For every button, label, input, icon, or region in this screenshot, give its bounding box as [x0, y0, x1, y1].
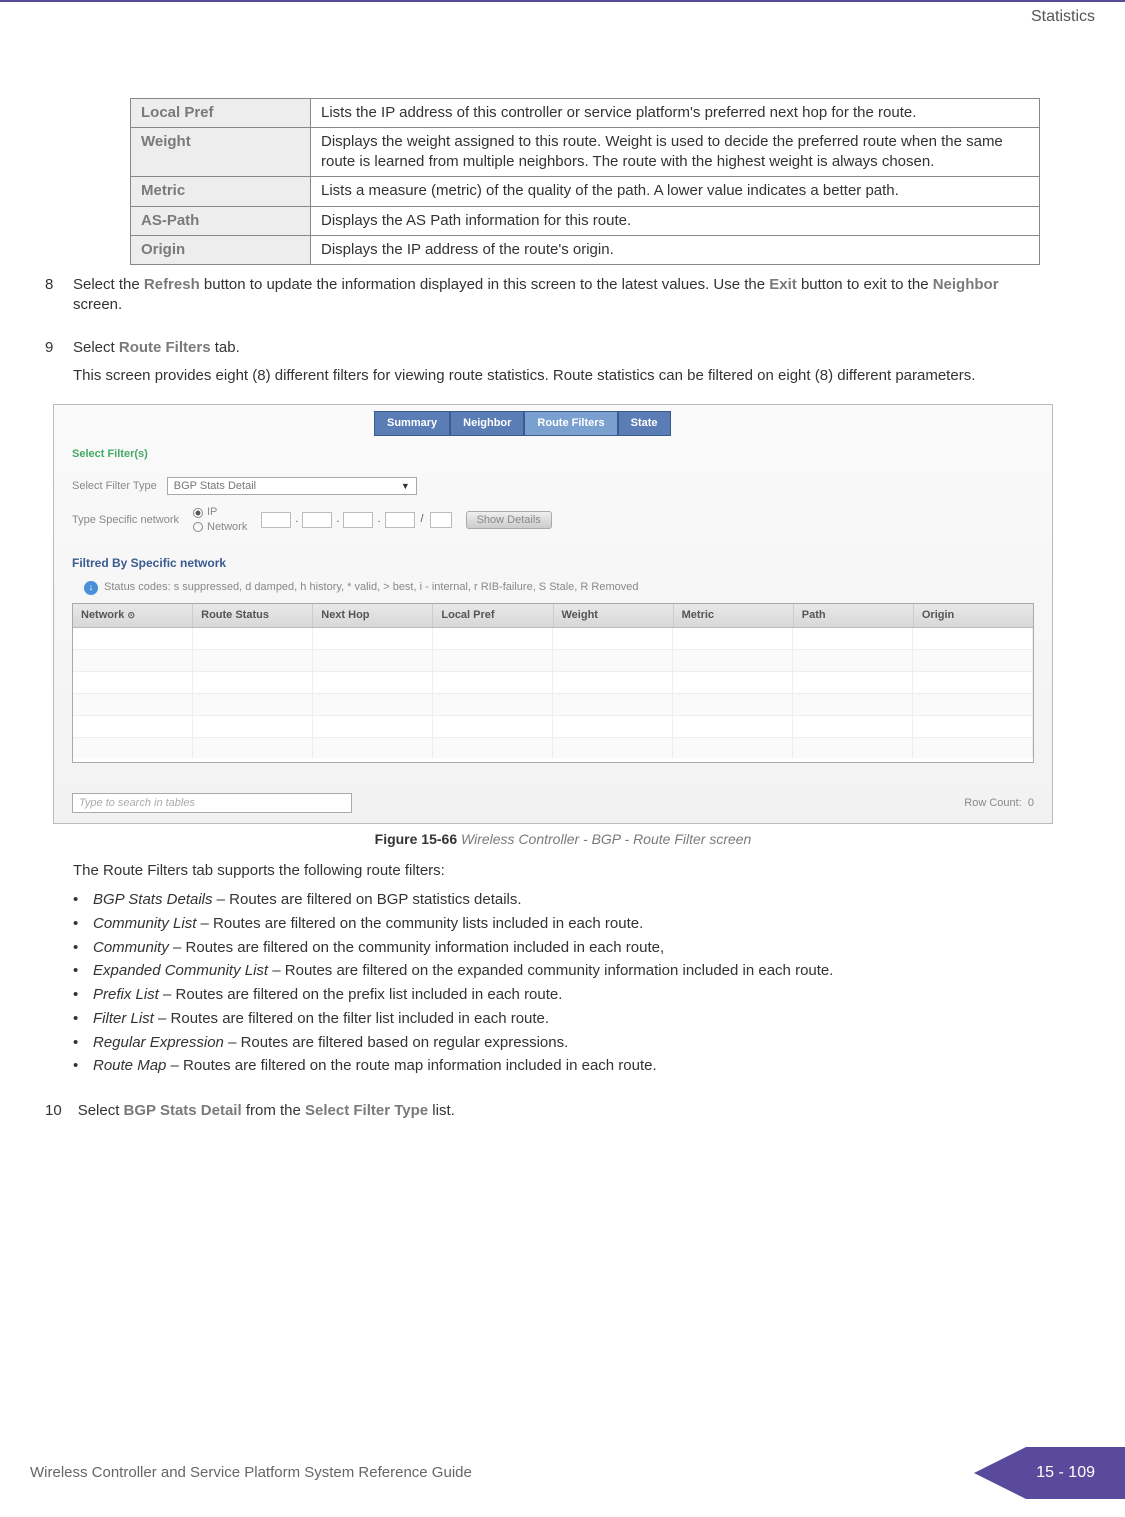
status-codes-text: Status codes: s suppressed, d damped, h …: [104, 580, 638, 595]
ip-octet-1[interactable]: [261, 512, 291, 528]
step-8: 8 Select the Refresh button to update th…: [45, 275, 1045, 324]
filter-name: Expanded Community List: [93, 962, 268, 979]
type-specific-label: Type Specific network: [72, 513, 179, 528]
sort-icon: ⊙: [127, 610, 135, 620]
list-item: Expanded Community List – Routes are fil…: [73, 960, 1053, 982]
chevron-down-icon: ▼: [401, 480, 410, 492]
figure-number: Figure 15-66: [375, 831, 457, 847]
ip-octet-3[interactable]: [343, 512, 373, 528]
grid-body: [73, 628, 1033, 758]
tab-neighbor[interactable]: Neighbor: [450, 411, 524, 436]
step-9: 9 Select Route Filters tab. This screen …: [45, 338, 1045, 1088]
footer-text: Wireless Controller and Service Platform…: [30, 1463, 472, 1483]
filter-name: Community List: [93, 915, 196, 932]
filter-bullets: BGP Stats Details – Routes are filtered …: [73, 889, 1053, 1077]
keyword-route-filters: Route Filters: [119, 339, 211, 356]
filter-name: Route Map: [93, 1057, 166, 1074]
step-number: 8: [45, 275, 57, 324]
term-cell: Local Pref: [131, 98, 311, 127]
ip-mask[interactable]: [430, 512, 452, 528]
figure-tabs: Summary Neighbor Route Filters State: [374, 411, 671, 436]
ip-octet-2[interactable]: [302, 512, 332, 528]
list-item: Prefix List – Routes are filtered on the…: [73, 984, 1053, 1006]
col-origin[interactable]: Origin: [914, 604, 1033, 627]
desc-cell: Displays the weight assigned to this rou…: [311, 127, 1040, 177]
definitions-table: Local PrefLists the IP address of this c…: [130, 98, 1040, 266]
table-row: Local PrefLists the IP address of this c…: [131, 98, 1040, 127]
select-filters-legend: Select Filter(s): [72, 447, 148, 462]
ip-input-group: . . . /: [261, 512, 451, 528]
filtered-by-legend: Filtred By Specific network: [72, 555, 226, 571]
table-row: MetricLists a measure (metric) of the qu…: [131, 177, 1040, 206]
keyword-select-filter-type: Select Filter Type: [305, 1102, 428, 1119]
keyword-exit: Exit: [769, 276, 797, 293]
download-icon[interactable]: ↓: [84, 581, 98, 595]
list-item: Community – Routes are filtered on the c…: [73, 937, 1053, 959]
list-item: Community List – Routes are filtered on …: [73, 913, 1053, 935]
filter-name: Filter List: [93, 1010, 154, 1027]
desc-cell: Displays the IP address of the route's o…: [311, 235, 1040, 264]
term-cell: Origin: [131, 235, 311, 264]
col-next-hop[interactable]: Next Hop: [313, 604, 433, 627]
figure-caption: Figure 15-66 Wireless Controller - BGP -…: [73, 830, 1053, 849]
step-number: 10: [45, 1101, 62, 1129]
badge-triangle: [974, 1447, 1026, 1499]
radio-ip[interactable]: IP: [193, 505, 247, 520]
page-number: 15 - 109: [1026, 1447, 1125, 1499]
row-count: Row Count: 0: [964, 796, 1034, 811]
col-metric[interactable]: Metric: [674, 604, 794, 627]
filter-name: Regular Expression: [93, 1034, 224, 1051]
page-footer: Wireless Controller and Service Platform…: [0, 1447, 1125, 1517]
filter-name: BGP Stats Details: [93, 891, 213, 908]
col-path[interactable]: Path: [794, 604, 914, 627]
keyword-bgp-stats-detail: BGP Stats Detail: [124, 1102, 242, 1119]
search-input[interactable]: Type to search in tables: [72, 793, 352, 813]
keyword-neighbor: Neighbor: [933, 276, 999, 293]
list-item: BGP Stats Details – Routes are filtered …: [73, 889, 1053, 911]
list-item: Route Map – Routes are filtered on the r…: [73, 1055, 1053, 1077]
term-cell: Weight: [131, 127, 311, 177]
table-row: OriginDisplays the IP address of the rou…: [131, 235, 1040, 264]
step-text: Select the Refresh button to update the …: [73, 275, 1045, 316]
results-grid: Network ⊙ Route Status Next Hop Local Pr…: [72, 603, 1034, 763]
keyword-refresh: Refresh: [144, 276, 200, 293]
tab-summary[interactable]: Summary: [374, 411, 450, 436]
step-text: Select Route Filters tab.: [73, 338, 1053, 358]
col-local-pref[interactable]: Local Pref: [433, 604, 553, 627]
filter-type-label: Select Filter Type: [72, 479, 157, 494]
show-details-button[interactable]: Show Details: [466, 511, 552, 529]
tab-state[interactable]: State: [618, 411, 671, 436]
tab-route-filters[interactable]: Route Filters: [524, 411, 617, 436]
filter-name: Prefix List: [93, 986, 159, 1003]
step-body-after-figure: The Route Filters tab supports the follo…: [73, 861, 1053, 881]
step-10: 10 Select BGP Stats Detail from the Sele…: [45, 1101, 1045, 1129]
ip-octet-4[interactable]: [385, 512, 415, 528]
radio-network[interactable]: Network: [193, 520, 247, 535]
list-item: Filter List – Routes are filtered on the…: [73, 1008, 1053, 1030]
desc-cell: Displays the AS Path information for thi…: [311, 206, 1040, 235]
term-cell: Metric: [131, 177, 311, 206]
filter-type-dropdown[interactable]: BGP Stats Detail ▼: [167, 477, 417, 495]
header-section: Statistics: [0, 2, 1125, 28]
figure-title: Wireless Controller - BGP - Route Filter…: [461, 831, 751, 847]
figure-screenshot: Summary Neighbor Route Filters State Sel…: [53, 404, 1053, 824]
table-row: WeightDisplays the weight assigned to th…: [131, 127, 1040, 177]
list-item: Regular Expression – Routes are filtered…: [73, 1032, 1053, 1054]
step-text: Select BGP Stats Detail from the Select …: [78, 1101, 1045, 1121]
col-network[interactable]: Network ⊙: [73, 604, 193, 627]
table-row: AS-PathDisplays the AS Path information …: [131, 206, 1040, 235]
step-body-text: This screen provides eight (8) different…: [73, 366, 1053, 386]
figure-wrap: Summary Neighbor Route Filters State Sel…: [73, 404, 1053, 849]
col-weight[interactable]: Weight: [554, 604, 674, 627]
page-number-badge: 15 - 109: [974, 1447, 1125, 1499]
desc-cell: Lists a measure (metric) of the quality …: [311, 177, 1040, 206]
grid-header: Network ⊙ Route Status Next Hop Local Pr…: [73, 604, 1033, 628]
filter-type-value: BGP Stats Detail: [174, 479, 256, 494]
term-cell: AS-Path: [131, 206, 311, 235]
filter-name: Community: [93, 939, 169, 956]
desc-cell: Lists the IP address of this controller …: [311, 98, 1040, 127]
col-route-status[interactable]: Route Status: [193, 604, 313, 627]
